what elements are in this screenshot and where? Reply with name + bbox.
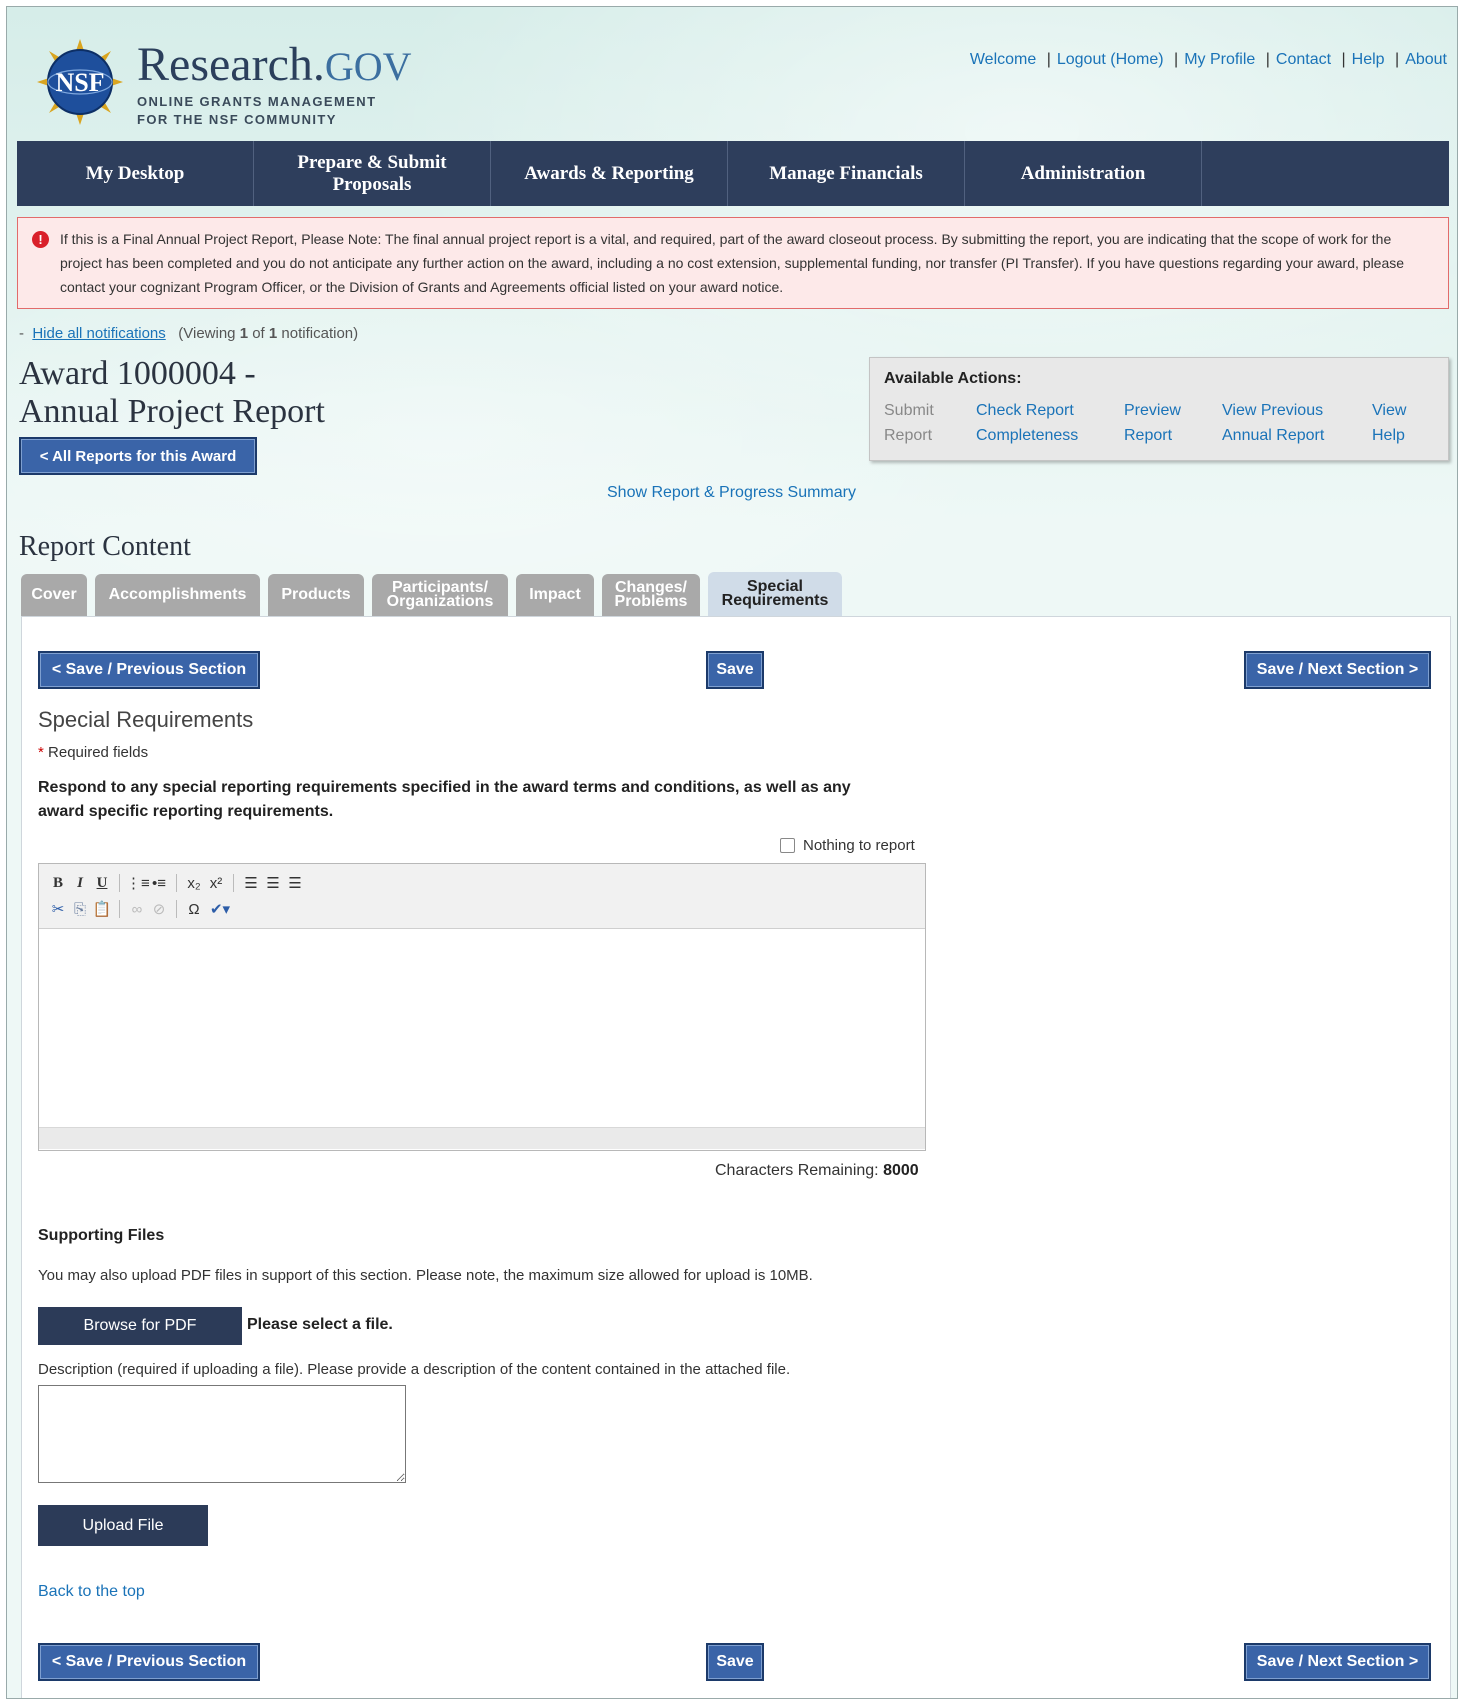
preview-report-action[interactable]: Preview Report xyxy=(1124,398,1181,448)
report-content-heading: Report Content xyxy=(19,531,191,562)
section-panel: < Save / Previous Section Save Save / Ne… xyxy=(21,616,1451,1698)
view-previous-report-action[interactable]: View Previous Annual Report xyxy=(1222,398,1324,448)
upload-file-button[interactable]: Upload File xyxy=(38,1505,208,1546)
save-previous-section-button-bottom[interactable]: < Save / Previous Section xyxy=(38,1643,260,1681)
show-summary-link[interactable]: Show Report & Progress Summary xyxy=(607,484,856,502)
section-title: Special Requirements xyxy=(38,707,254,732)
supporting-files-heading: Supporting Files xyxy=(38,1227,165,1244)
editor-status-bar xyxy=(39,1127,925,1149)
description-textarea[interactable] xyxy=(38,1385,406,1483)
save-next-section-button-bottom[interactable]: Save / Next Section > xyxy=(1244,1643,1431,1681)
notification-current: 1 xyxy=(239,325,249,342)
nav-awards-reporting[interactable]: Awards & Reporting xyxy=(491,141,728,206)
link-icon[interactable]: ∞ xyxy=(126,901,148,918)
available-actions-panel: Available Actions: Submit Report Check Re… xyxy=(869,357,1449,461)
nav-administration[interactable]: Administration xyxy=(965,141,1202,206)
notification-total: 1 xyxy=(268,325,278,342)
cut-icon[interactable]: ✂ xyxy=(47,900,69,918)
hide-notifications-link[interactable]: Hide all notifications xyxy=(32,325,165,342)
nothing-to-report-checkbox[interactable]: Nothing to report xyxy=(780,837,915,854)
editor-text-area[interactable] xyxy=(39,929,925,1127)
align-right-icon[interactable]: ☰ xyxy=(284,874,306,892)
welcome-link[interactable]: Welcome xyxy=(970,51,1036,68)
save-button[interactable]: Save xyxy=(706,651,764,689)
brand-tagline-2: FOR THE NSF COMMUNITY xyxy=(137,112,337,127)
nav-prepare-submit-proposals[interactable]: Prepare & Submit Proposals xyxy=(254,141,491,206)
characters-remaining-count: 8000 xyxy=(883,1162,919,1179)
report-tabs: Cover Accomplishments Products Participa… xyxy=(21,572,850,616)
all-reports-button[interactable]: < All Reports for this Award xyxy=(19,437,257,475)
spellcheck-icon[interactable]: ✔▾ xyxy=(205,900,235,918)
tab-impact[interactable]: Impact xyxy=(516,574,594,616)
tab-cover[interactable]: Cover xyxy=(21,574,87,616)
check-completeness-action[interactable]: Check Report Completeness xyxy=(976,398,1078,448)
tab-accomplishments[interactable]: Accomplishments xyxy=(95,574,260,616)
help-link[interactable]: Help xyxy=(1352,51,1385,68)
editor-toolbar: B I U ⋮≡ •≡ x₂ x² ☰ ☰ ☰ ✂ ⎘ � xyxy=(39,864,925,929)
align-center-icon[interactable]: ☰ xyxy=(262,874,284,892)
page-frame: NSF Research.GOV ONLINE GRANTS MANAGEMEN… xyxy=(6,6,1458,1699)
subscript-icon[interactable]: x₂ xyxy=(183,875,205,892)
about-link[interactable]: About xyxy=(1405,51,1447,68)
file-status-text: Please select a file. xyxy=(247,1316,393,1333)
checkbox-icon[interactable] xyxy=(780,838,795,853)
main-nav: My Desktop Prepare & Submit Proposals Aw… xyxy=(17,141,1449,206)
save-previous-section-button[interactable]: < Save / Previous Section xyxy=(38,651,260,689)
unlink-icon[interactable]: ⊘ xyxy=(148,900,170,918)
submit-report-action: Submit Report xyxy=(884,402,934,444)
bulleted-list-icon[interactable]: •≡ xyxy=(148,875,170,892)
brand-tagline-1: ONLINE GRANTS MANAGEMENT xyxy=(137,94,377,109)
view-help-action[interactable]: View Help xyxy=(1372,398,1406,448)
back-to-top-link[interactable]: Back to the top xyxy=(38,1583,145,1601)
underline-icon[interactable]: U xyxy=(91,875,113,892)
ordered-list-icon[interactable]: ⋮≡ xyxy=(126,874,150,892)
required-fields-note: * Required fields xyxy=(38,744,149,761)
characters-remaining: Characters Remaining: 8000 xyxy=(715,1162,919,1179)
tab-special-requirements[interactable]: Special Requirements xyxy=(708,572,842,616)
alert-text: If this is a Final Annual Project Report… xyxy=(60,231,1405,295)
nav-manage-financials[interactable]: Manage Financials xyxy=(728,141,965,206)
copy-icon[interactable]: ⎘ xyxy=(69,901,91,918)
nav-my-desktop[interactable]: My Desktop xyxy=(17,141,254,206)
browse-pdf-button[interactable]: Browse for PDF xyxy=(38,1307,242,1345)
save-button-bottom[interactable]: Save xyxy=(706,1643,764,1681)
supporting-files-note: You may also upload PDF files in support… xyxy=(38,1267,813,1284)
seal-text: NSF xyxy=(55,68,104,97)
page-title: Award 1000004 - Annual Project Report xyxy=(19,355,325,430)
error-icon: ! xyxy=(32,231,49,248)
italic-icon[interactable]: I xyxy=(69,875,91,892)
nsf-seal-icon: NSF xyxy=(37,39,123,125)
notification-bar: - Hide all notifications (Viewing 1 of 1… xyxy=(19,325,359,342)
brand-text: Research.GOV ONLINE GRANTS MANAGEMENT FO… xyxy=(137,41,412,127)
top-links: Welcome | Logout (Home) | My Profile | Cont… xyxy=(969,51,1447,68)
superscript-icon[interactable]: x² xyxy=(205,875,227,892)
special-char-icon[interactable]: Ω xyxy=(183,901,205,918)
paste-icon[interactable]: 📋 xyxy=(91,900,113,918)
rich-text-editor: B I U ⋮≡ •≡ x₂ x² ☰ ☰ ☰ ✂ ⎘ � xyxy=(38,863,926,1151)
final-report-alert: ! If this is a Final Annual Project Repo… xyxy=(17,217,1449,309)
my-profile-link[interactable]: My Profile xyxy=(1184,51,1255,68)
tab-products[interactable]: Products xyxy=(268,574,364,616)
logout-link[interactable]: Logout (Home) xyxy=(1057,51,1164,68)
available-actions-title: Available Actions: xyxy=(884,370,1022,387)
save-next-section-button[interactable]: Save / Next Section > xyxy=(1244,651,1431,689)
description-label: Description (required if uploading a fil… xyxy=(38,1361,791,1378)
brand-name: Research.GOV xyxy=(137,38,412,91)
align-left-icon[interactable]: ☰ xyxy=(240,874,262,892)
tab-changes-problems[interactable]: Changes/Problems xyxy=(602,574,700,616)
section-instructions: Respond to any special reporting require… xyxy=(38,779,851,820)
bold-icon[interactable]: B xyxy=(47,875,69,892)
tab-participants-organizations[interactable]: Participants/Organizations xyxy=(372,574,508,616)
contact-link[interactable]: Contact xyxy=(1276,51,1331,68)
